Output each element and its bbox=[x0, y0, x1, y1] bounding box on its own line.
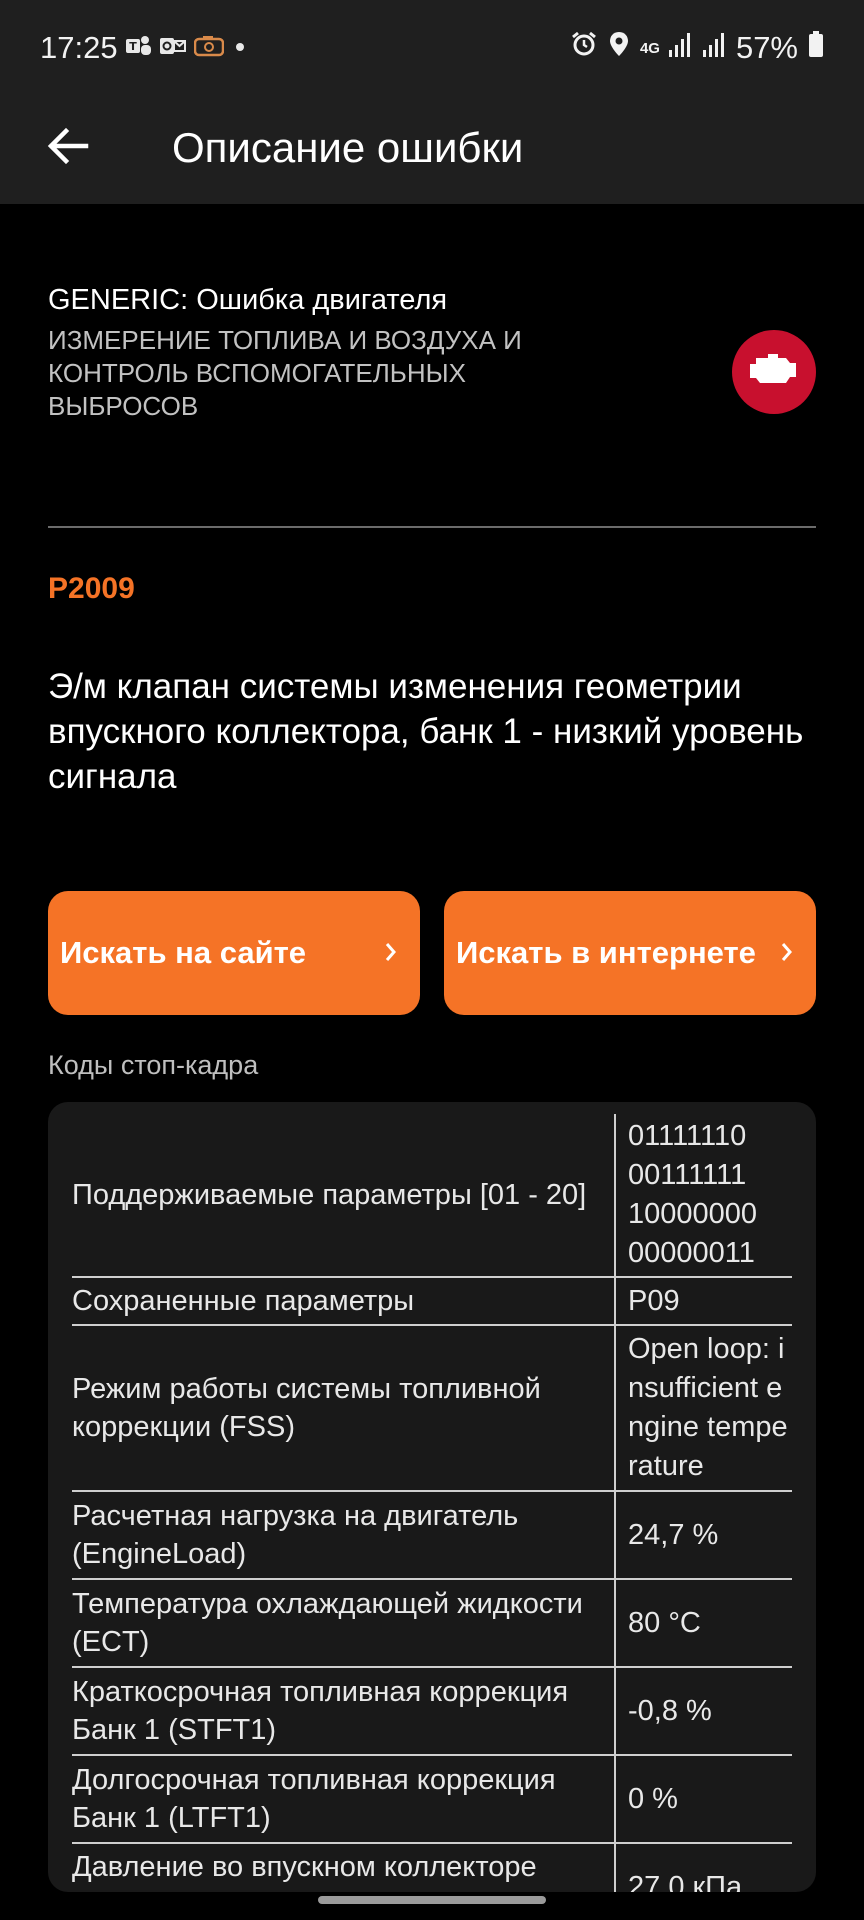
check-engine-icon bbox=[746, 350, 802, 395]
freeze-frame-table[interactable]: Поддерживаемые параметры [01 - 20] 01111… bbox=[48, 1102, 816, 1892]
arrow-left-icon bbox=[46, 126, 90, 171]
status-bar: 17:25 T 4G 57% bbox=[0, 0, 864, 100]
error-description: Э/м клапан системы изменения геометрии в… bbox=[48, 667, 804, 796]
error-subcategory: ИЗМЕРЕНИЕ ТОПЛИВА И ВОЗДУХА И КОНТРОЛЬ В… bbox=[48, 325, 522, 421]
table-row: Температура охлаждающей жидкости (ECT) 8… bbox=[72, 1580, 792, 1668]
location-icon bbox=[608, 30, 630, 66]
signal-icon bbox=[668, 30, 692, 66]
param-value: 01111110 00111111 10000000 00000011 bbox=[628, 1120, 758, 1269]
param-value: 80 °C bbox=[628, 1606, 701, 1639]
page-title: Описание ошибки bbox=[172, 124, 524, 171]
svg-text:T: T bbox=[129, 40, 137, 53]
chevron-right-icon bbox=[384, 935, 398, 971]
freeze-frame-rows: Поддерживаемые параметры [01 - 20] 01111… bbox=[72, 1114, 792, 1892]
camera-app-icon bbox=[193, 34, 225, 63]
status-right: 4G 57% bbox=[570, 30, 824, 66]
search-site-label: Искать на сайте bbox=[60, 935, 307, 970]
network-type-icon: 4G bbox=[639, 39, 660, 57]
app-bar: Описание ошибки bbox=[0, 100, 864, 204]
param-value: 0 % bbox=[628, 1782, 678, 1815]
check-engine-badge bbox=[732, 330, 816, 414]
param-name: Давление во впускном коллекторе bbox=[72, 1844, 616, 1892]
alarm-icon bbox=[570, 30, 598, 66]
search-site-button[interactable]: Искать на сайте bbox=[48, 891, 420, 1015]
param-name: Краткосрочная топливная коррекция Банк 1… bbox=[72, 1668, 616, 1754]
dot-icon bbox=[232, 34, 248, 63]
table-row: Давление во впускном коллекторе 27,0 кПа bbox=[72, 1844, 792, 1892]
error-category: GENERIC: Ошибка двигателя bbox=[48, 284, 448, 316]
outlook-icon bbox=[160, 34, 186, 63]
param-name: Сохраненные параметры bbox=[72, 1278, 616, 1324]
teams-icon: T bbox=[126, 34, 152, 63]
search-web-button[interactable]: Искать в интернете bbox=[444, 891, 816, 1015]
back-button[interactable] bbox=[36, 116, 100, 180]
table-row: Сохраненные параметры P09 bbox=[72, 1278, 792, 1326]
param-value: P09 bbox=[628, 1284, 680, 1317]
param-name: Долгосрочная топливная коррекция Банк 1 … bbox=[72, 1756, 616, 1842]
table-row: Краткосрочная топливная коррекция Банк 1… bbox=[72, 1668, 792, 1756]
table-row: Долгосрочная топливная коррекция Банк 1 … bbox=[72, 1756, 792, 1844]
freeze-frame-title: Коды стоп-кадра bbox=[48, 1050, 259, 1080]
battery-percent: 57% bbox=[735, 30, 798, 65]
search-web-label: Искать в интернете bbox=[456, 935, 756, 970]
error-header: GENERIC: Ошибка двигателя ИЗМЕРЕНИЕ ТОПЛ… bbox=[48, 282, 588, 423]
table-row: Поддерживаемые параметры [01 - 20] 01111… bbox=[72, 1114, 792, 1278]
status-time: 17:25 bbox=[40, 30, 118, 65]
signal-icon-2 bbox=[702, 30, 726, 66]
chevron-right-icon bbox=[780, 935, 794, 971]
table-row: Расчетная нагрузка на двигатель (EngineL… bbox=[72, 1492, 792, 1580]
param-value: Open loop: insufficient engine temperatu… bbox=[628, 1333, 788, 1482]
home-indicator[interactable] bbox=[318, 1896, 546, 1904]
divider bbox=[48, 526, 816, 528]
notification-icons: T bbox=[126, 34, 248, 63]
param-value: 27,0 кПа bbox=[628, 1871, 743, 1892]
param-name: Поддерживаемые параметры [01 - 20] bbox=[72, 1114, 616, 1276]
param-name: Температура охлаждающей жидкости (ECT) bbox=[72, 1580, 616, 1666]
battery-icon bbox=[808, 30, 824, 66]
param-name: Расчетная нагрузка на двигатель (EngineL… bbox=[72, 1492, 616, 1578]
error-code: P2009 bbox=[48, 572, 135, 605]
param-value: 24,7 % bbox=[628, 1518, 719, 1551]
param-name: Режим работы системы топливной коррекции… bbox=[72, 1326, 616, 1490]
table-row: Режим работы системы топливной коррекции… bbox=[72, 1326, 792, 1492]
param-value: -0,8 % bbox=[628, 1694, 712, 1727]
